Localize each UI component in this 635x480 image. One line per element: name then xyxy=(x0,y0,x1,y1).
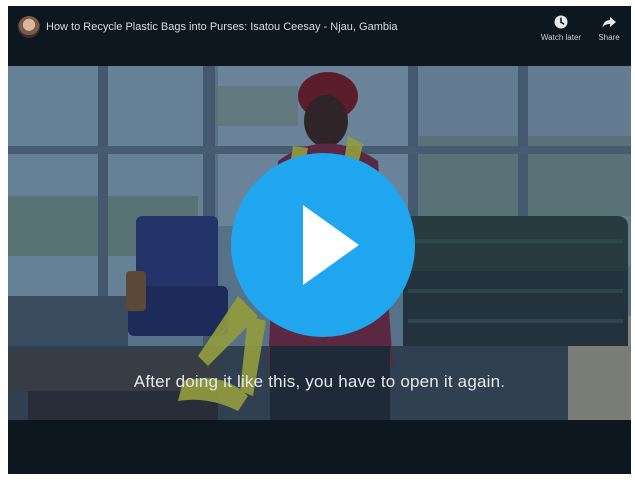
play-icon xyxy=(303,205,359,285)
share-button[interactable]: Share xyxy=(587,14,631,42)
clock-icon xyxy=(554,15,568,29)
share-label: Share xyxy=(598,33,620,42)
watch-later-button[interactable]: Watch later xyxy=(539,14,583,42)
video-caption: After doing it like this, you have to op… xyxy=(133,372,506,391)
player-top-bar: How to Recycle Plastic Bags into Purses:… xyxy=(8,6,631,66)
video-frame[interactable]: After doing it like this, you have to op… xyxy=(8,66,631,420)
channel-avatar[interactable] xyxy=(18,16,40,38)
play-button[interactable] xyxy=(231,153,415,337)
video-title[interactable]: How to Recycle Plastic Bags into Purses:… xyxy=(46,21,398,33)
player-bottom-bar xyxy=(8,420,631,474)
share-arrow-icon xyxy=(602,17,616,28)
watch-later-label: Watch later xyxy=(540,33,582,42)
video-player[interactable]: How to Recycle Plastic Bags into Purses:… xyxy=(8,6,631,474)
